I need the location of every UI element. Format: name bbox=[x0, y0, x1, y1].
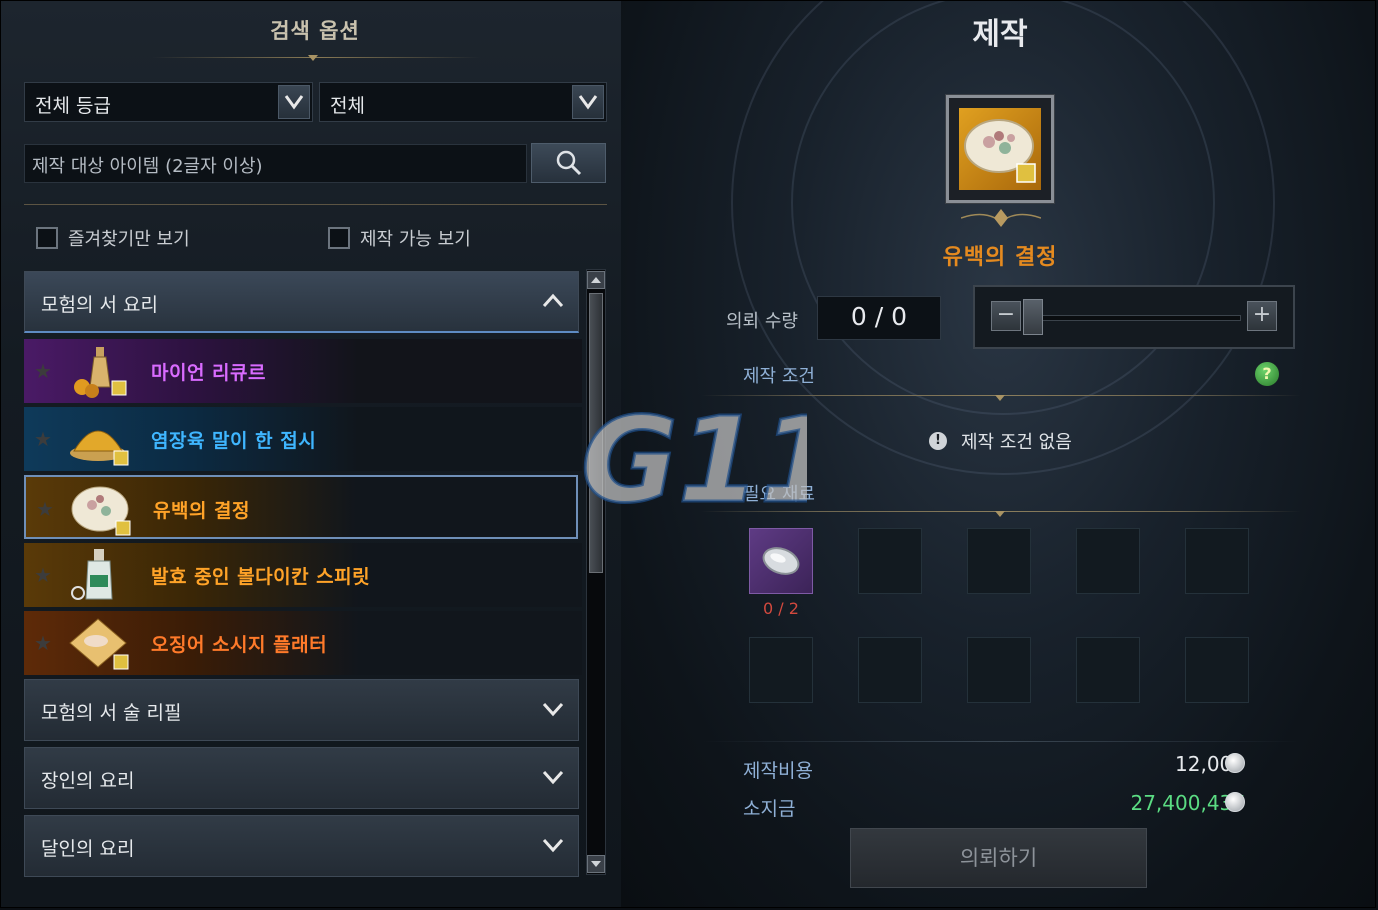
material-slot bbox=[1185, 637, 1249, 703]
chevron-up-icon bbox=[542, 292, 564, 314]
cost-divider bbox=[701, 741, 1301, 742]
material-slot bbox=[858, 637, 922, 703]
category-label: 모험의 서 술 리필 bbox=[41, 702, 182, 724]
category-master-cooking[interactable]: 달인의 요리 bbox=[24, 815, 579, 877]
category-adventure-drinks[interactable]: 모험의 서 술 리필 bbox=[24, 679, 579, 741]
material-slot bbox=[1185, 528, 1249, 594]
favorites-only-checkbox[interactable]: 즐겨찾기만 보기 bbox=[36, 225, 190, 251]
recipe-item[interactable]: ★ 마이언 리큐르 bbox=[24, 339, 582, 403]
checkbox-box[interactable] bbox=[328, 227, 350, 249]
squid-sausage-platter-icon bbox=[69, 618, 129, 670]
material-slot bbox=[749, 637, 813, 703]
craftable-only-checkbox[interactable]: 제작 가능 보기 bbox=[328, 225, 471, 251]
type-select-value: 전체 bbox=[330, 95, 365, 117]
meat-roll-dish-icon bbox=[70, 430, 129, 466]
white-crystal-dish-icon bbox=[71, 486, 131, 536]
recipe-name: 오징어 소시지 플래터 bbox=[151, 634, 328, 656]
category-label: 달인의 요리 bbox=[41, 838, 135, 860]
recipe-name: 유백의 결정 bbox=[153, 500, 251, 522]
crafting-window: 검색 옵션 전체 등급 전체 제작 대상 아이템 (2글자 이상) 즐겨찾기만 … bbox=[0, 0, 1376, 908]
recipe-name: 발효 중인 볼다이칸 스피릿 bbox=[151, 566, 371, 588]
category-artisan-cooking[interactable]: 장인의 요리 bbox=[24, 747, 579, 809]
favorite-star-icon[interactable]: ★ bbox=[34, 631, 52, 655]
no-condition-message: ! 제작 조건 없음 bbox=[929, 428, 1072, 454]
quantity-display: 0 / 0 bbox=[817, 296, 941, 340]
category-label: 장인의 요리 bbox=[41, 770, 135, 792]
money-label: 소지금 bbox=[743, 798, 796, 820]
ornament-icon bbox=[961, 209, 1041, 227]
scroll-up-button[interactable] bbox=[587, 271, 605, 289]
crafted-item-slot[interactable] bbox=[945, 94, 1055, 204]
grade-select[interactable]: 전체 등급 bbox=[24, 82, 313, 122]
recipe-item[interactable]: ★ 염장육 말이 한 접시 bbox=[24, 407, 582, 471]
minus-icon[interactable]: − bbox=[991, 301, 1021, 331]
options-divider bbox=[24, 204, 607, 205]
craftable-only-label: 제작 가능 보기 bbox=[360, 229, 471, 250]
plus-icon[interactable]: + bbox=[1247, 301, 1277, 331]
white-crystal-dish-icon bbox=[964, 119, 1036, 183]
chevron-down-icon bbox=[542, 768, 564, 790]
category-adventure-cooking[interactable]: 모험의 서 요리 bbox=[24, 271, 579, 333]
section-caret bbox=[995, 511, 1005, 517]
recipe-name: 염장육 말이 한 접시 bbox=[151, 430, 317, 452]
slider-handle[interactable] bbox=[1023, 299, 1043, 335]
category-label: 모험의 서 요리 bbox=[41, 294, 158, 316]
material-slot bbox=[1076, 637, 1140, 703]
chevron-down-icon[interactable] bbox=[278, 85, 310, 119]
chevron-down-icon[interactable] bbox=[572, 85, 604, 119]
recipe-item[interactable]: ★ 발효 중인 볼다이칸 스피릿 bbox=[24, 543, 582, 607]
silver-coin-icon bbox=[1225, 792, 1245, 812]
watermark-text: G11 bbox=[581, 401, 807, 511]
section-caret bbox=[995, 395, 1005, 401]
material-slot bbox=[967, 637, 1031, 703]
title-caret bbox=[308, 55, 318, 61]
material-slot bbox=[858, 528, 922, 594]
scroll-down-button[interactable] bbox=[587, 855, 605, 873]
condition-label: 제작 조건 bbox=[743, 366, 815, 387]
material-count: 0 / 2 bbox=[763, 599, 799, 618]
crafted-item-name: 유백의 결정 bbox=[942, 245, 1058, 270]
search-placeholder: 제작 대상 아이템 (2글자 이상) bbox=[32, 156, 263, 177]
quantity-slider[interactable]: − + bbox=[973, 285, 1295, 349]
checkbox-box[interactable] bbox=[36, 227, 58, 249]
favorite-star-icon[interactable]: ★ bbox=[36, 497, 54, 521]
help-icon[interactable]: ? bbox=[1255, 362, 1279, 386]
search-input[interactable]: 제작 대상 아이템 (2글자 이상) bbox=[24, 144, 527, 183]
g11-watermark-logo: G11 bbox=[580, 401, 808, 511]
search-icon bbox=[556, 150, 581, 176]
quantity-label: 의뢰 수량 bbox=[726, 311, 798, 332]
search-panel: 검색 옵션 전체 등급 전체 제작 대상 아이템 (2글자 이상) 즐겨찾기만 … bbox=[1, 1, 621, 907]
favorite-star-icon[interactable]: ★ bbox=[34, 359, 52, 383]
exclamation-icon: ! bbox=[929, 432, 947, 450]
material-slot[interactable] bbox=[749, 528, 813, 594]
grade-select-value: 전체 등급 bbox=[35, 95, 111, 117]
silver-coin-icon bbox=[1225, 753, 1245, 773]
spirit-bottle-icon bbox=[71, 549, 113, 600]
craft-title: 제작 bbox=[972, 17, 1028, 52]
commission-button[interactable]: 의뢰하기 bbox=[850, 828, 1147, 888]
search-options-title: 검색 옵션 bbox=[270, 19, 360, 43]
chevron-down-icon bbox=[542, 836, 564, 858]
search-button[interactable] bbox=[531, 143, 606, 183]
recipe-name: 마이언 리큐르 bbox=[151, 362, 266, 384]
craft-cost-label: 제작비용 bbox=[743, 760, 813, 782]
silver-crystal-icon bbox=[762, 547, 800, 575]
recipe-item-selected[interactable]: ★ 유백의 결정 bbox=[24, 475, 578, 539]
favorites-only-label: 즐겨찾기만 보기 bbox=[68, 229, 190, 250]
material-slot bbox=[967, 528, 1031, 594]
favorite-star-icon[interactable]: ★ bbox=[34, 427, 52, 451]
recipe-item[interactable]: ★ 오징어 소시지 플래터 bbox=[24, 611, 582, 675]
no-condition-text: 제작 조건 없음 bbox=[961, 432, 1072, 453]
material-slot bbox=[1076, 528, 1140, 594]
type-select[interactable]: 전체 bbox=[319, 82, 607, 122]
favorite-star-icon[interactable]: ★ bbox=[34, 563, 52, 587]
liqueur-icon bbox=[74, 347, 127, 398]
chevron-down-icon bbox=[542, 700, 564, 722]
slider-track[interactable] bbox=[1027, 315, 1241, 321]
